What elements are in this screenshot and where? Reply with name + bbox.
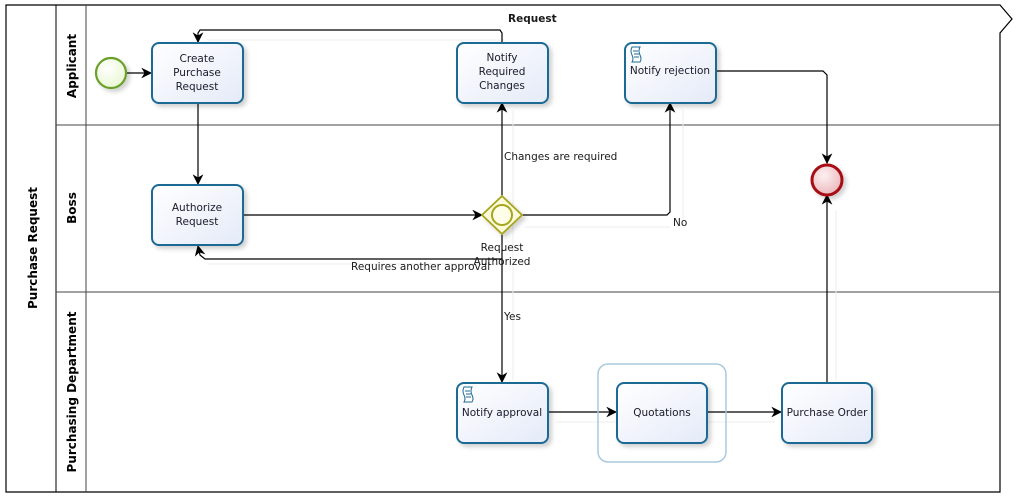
flow-gateway-requires-approval[interactable] xyxy=(194,244,502,260)
task-notify-rejection[interactable]: Notify rejection xyxy=(624,42,717,104)
flow-label-yes: Yes xyxy=(503,311,521,323)
task-label: Purchase Order xyxy=(787,407,869,419)
gateway-label-line2: Authorized xyxy=(474,256,531,268)
lane-label-applicant: Applicant xyxy=(65,34,79,98)
pool-label: Purchase Request xyxy=(26,187,40,309)
task-label: Create xyxy=(180,53,215,65)
flow-label-no: No xyxy=(673,217,687,229)
flow-label-changes-required: Changes are required xyxy=(504,151,617,163)
task-label: Quotations xyxy=(633,407,690,419)
flow-label-requires-approval: Requires another approval xyxy=(351,261,490,273)
script-icon xyxy=(462,386,474,403)
start-event[interactable] xyxy=(94,56,128,90)
task-label: Request xyxy=(176,216,219,228)
task-label: Notify approval xyxy=(462,407,542,419)
end-event[interactable] xyxy=(810,163,844,197)
flow-rejection-to-end[interactable] xyxy=(716,70,833,165)
task-authorize-request[interactable]: Authorize Request xyxy=(151,184,244,246)
task-label: Required xyxy=(479,66,526,78)
task-create-purchase-request[interactable]: Create Purchase Request xyxy=(151,42,244,104)
task-label: Request xyxy=(176,81,219,93)
gateway-label-line1: Request xyxy=(481,242,524,254)
task-label: Authorize xyxy=(172,202,222,214)
task-notify-approval[interactable]: Notify approval xyxy=(456,382,549,444)
task-label: Notify xyxy=(486,52,517,64)
task-purchase-order[interactable]: Purchase Order xyxy=(781,382,873,444)
task-label: Notify rejection xyxy=(630,65,710,77)
task-notify-required-changes[interactable]: Notify Required Changes xyxy=(456,42,549,104)
bpmn-diagram: Purchase Request Applicant Boss Purchasi… xyxy=(5,4,1013,493)
lane-label-boss: Boss xyxy=(65,192,79,224)
task-quotations[interactable]: Quotations xyxy=(616,382,708,444)
task-label: Changes xyxy=(479,80,525,92)
script-icon xyxy=(630,46,642,63)
task-label: Purchase xyxy=(173,67,221,79)
lane-label-purchasing: Purchasing Department xyxy=(65,311,79,472)
flow-label-request: Request xyxy=(508,13,557,25)
gateway-request-authorized[interactable] xyxy=(480,194,524,236)
